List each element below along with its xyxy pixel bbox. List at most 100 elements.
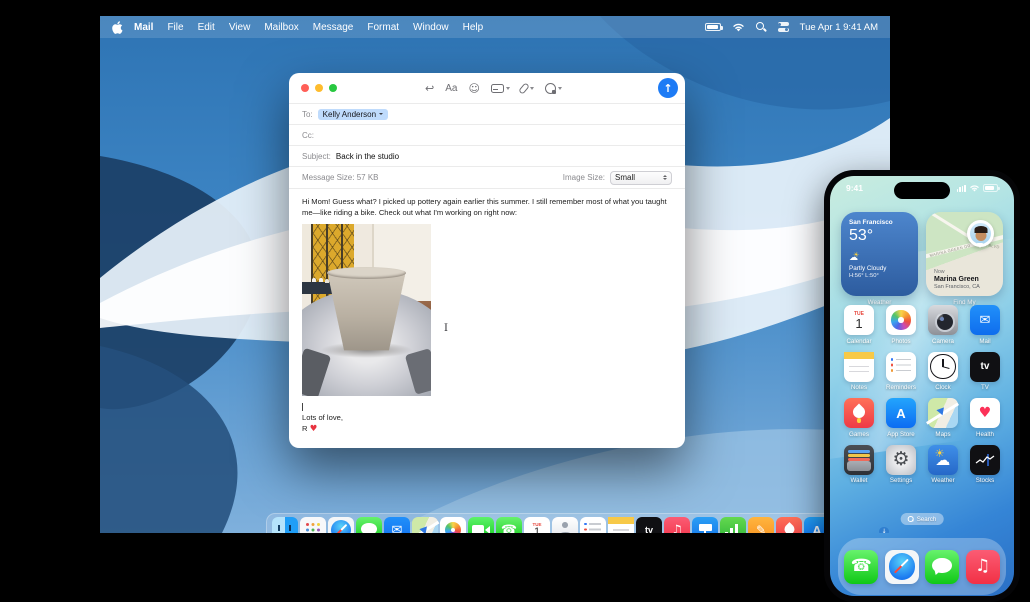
menu-item-mail[interactable]: Mail <box>127 22 160 33</box>
iphone-app-clock[interactable]: Clock <box>922 351 964 391</box>
subject-field[interactable]: Subject: Back in the studio <box>289 145 685 166</box>
subject-value: Back in the studio <box>335 151 400 161</box>
iphone-app-calendar[interactable]: Tue 1 Calendar <box>838 305 880 345</box>
apple-menu-icon[interactable] <box>112 20 123 34</box>
dock-numbers[interactable] <box>720 517 746 533</box>
message-body[interactable]: Hi Mom! Guess what? I picked up pottery … <box>289 188 685 436</box>
undo-button[interactable]: ↩ <box>425 82 434 95</box>
pottery-photo-attachment[interactable] <box>302 223 431 396</box>
dock-contacts[interactable] <box>552 517 578 533</box>
close-button[interactable] <box>301 84 309 92</box>
recipient-name: Kelly Anderson <box>322 109 377 119</box>
dock-safari[interactable] <box>328 517 354 533</box>
chevron-down-icon <box>529 86 534 90</box>
find-my-timestamp: Now <box>934 269 945 275</box>
cc-field[interactable]: Cc: <box>289 124 685 145</box>
format-button[interactable]: Aa <box>445 83 457 94</box>
notes-icon <box>844 351 874 382</box>
menu-item-view[interactable]: View <box>222 22 258 33</box>
mac-desktop: Mail File Edit View Mailbox Message Form… <box>100 16 890 533</box>
message-size-text: Message Size: 57 KB <box>302 173 379 182</box>
iphone-app-games[interactable]: Games <box>838 398 880 438</box>
weather-temperature: 53° <box>849 227 874 244</box>
download-arrow-icon: ↓ <box>879 526 889 533</box>
wifi-icon <box>969 184 980 192</box>
weather-city: San Francisco <box>849 219 893 226</box>
emoji-button[interactable]: ☺ <box>468 82 479 95</box>
zoom-button[interactable] <box>329 84 337 92</box>
dock-facetime[interactable] <box>468 517 494 533</box>
rocket-icon <box>844 398 874 428</box>
dock-photos[interactable] <box>440 517 466 533</box>
iphone-dock-music[interactable]: ♫ <box>965 549 1000 584</box>
image-size-select[interactable]: Small <box>610 170 672 185</box>
iphone-app-weather[interactable]: ☀ ☁ Weather <box>922 444 964 484</box>
image-size-label: Image Size: <box>562 173 605 182</box>
calendar-day: 1 <box>533 526 541 533</box>
iphone-app-app-store[interactable]: A App Store <box>880 398 922 438</box>
chevron-down-icon <box>558 86 563 90</box>
menu-item-edit[interactable]: Edit <box>191 22 222 33</box>
iphone-dock-phone[interactable]: ☎ <box>844 549 879 584</box>
to-label: To: <box>302 109 313 119</box>
dock-keynote[interactable] <box>692 517 718 533</box>
menu-item-mailbox[interactable]: Mailbox <box>257 22 305 33</box>
dock-notes[interactable] <box>608 517 634 533</box>
menu-item-help[interactable]: Help <box>456 22 491 33</box>
recipient-token[interactable]: Kelly Anderson <box>317 108 389 120</box>
send-button[interactable]: ↑ <box>658 78 678 98</box>
dock-calendar[interactable]: Tue 1 <box>524 517 550 533</box>
iphone-app-stocks[interactable]: Stocks <box>964 444 1006 484</box>
dock-mail[interactable]: ✉ <box>384 517 410 533</box>
dock-launchpad[interactable] <box>300 517 326 533</box>
dock-messages[interactable] <box>356 517 382 533</box>
dock-maps[interactable] <box>412 517 438 533</box>
dock-phone[interactable]: ☎ <box>496 517 522 533</box>
iphone-app-wallet[interactable]: Wallet <box>838 444 880 484</box>
insert-from-iphone-button[interactable] <box>544 82 563 94</box>
iphone-app-maps[interactable]: Maps <box>922 398 964 438</box>
dock-games[interactable] <box>776 517 802 533</box>
menu-item-format[interactable]: Format <box>360 22 406 33</box>
battery-icon[interactable] <box>704 23 723 31</box>
dock-finder[interactable] <box>272 517 298 533</box>
iphone-app-notes[interactable]: Notes <box>838 351 880 391</box>
window-titlebar[interactable]: ↩ Aa ☺ ↑ <box>289 73 685 103</box>
dock-pages[interactable]: ✎ <box>748 517 774 533</box>
dock-music[interactable]: ♫ <box>664 517 690 533</box>
menu-item-message[interactable]: Message <box>306 22 361 33</box>
iphone-app-tv[interactable]: tv TV <box>964 351 1006 391</box>
iphone-dock-messages[interactable] <box>925 549 960 584</box>
control-center-icon[interactable] <box>777 22 789 33</box>
tv-icon: tv <box>970 351 1000 382</box>
ibeam-mouse-cursor: I <box>444 323 448 334</box>
text-caret <box>302 402 303 411</box>
find-my-widget[interactable]: MARINA GREEN DR MARINA BLVD Now Marina G… <box>926 212 1003 296</box>
signature-line: R ♥ <box>302 424 318 435</box>
chevron-down-icon <box>506 86 511 90</box>
menu-item-file[interactable]: File <box>160 22 190 33</box>
dock-tv[interactable]: tv <box>636 517 662 533</box>
iphone-app-settings[interactable]: ⚙ Settings <box>880 444 922 484</box>
home-search-pill[interactable]: Search <box>900 513 944 525</box>
to-field[interactable]: To: Kelly Anderson <box>289 103 685 124</box>
weather-widget[interactable]: San Francisco 53° ☀ ☁ Partly Cloudy H:56°… <box>841 212 918 296</box>
maps-icon <box>928 398 958 428</box>
menu-bar-clock[interactable]: Tue Apr 1 9:41 AM <box>800 22 878 33</box>
attach-file-button[interactable] <box>518 81 534 95</box>
gear-icon: ⚙ <box>886 444 916 475</box>
iphone-app-health[interactable]: ♥ Health <box>964 398 1006 438</box>
minimize-button[interactable] <box>315 84 323 92</box>
iphone-app-camera[interactable]: Camera <box>922 305 964 345</box>
pen-icon: ✎ <box>755 523 767 533</box>
media-icon <box>490 83 504 93</box>
spotlight-search-icon[interactable] <box>755 21 767 33</box>
iphone-app-photos[interactable]: Photos <box>880 305 922 345</box>
iphone-app-reminders[interactable]: Reminders <box>880 351 922 391</box>
menu-item-window[interactable]: Window <box>406 22 456 33</box>
dock-reminders[interactable] <box>580 517 606 533</box>
photo-browser-button[interactable] <box>490 83 511 93</box>
iphone-app-mail[interactable]: ✉ Mail <box>964 305 1006 345</box>
iphone-dock-safari[interactable] <box>884 549 919 584</box>
wifi-icon[interactable] <box>732 22 745 32</box>
